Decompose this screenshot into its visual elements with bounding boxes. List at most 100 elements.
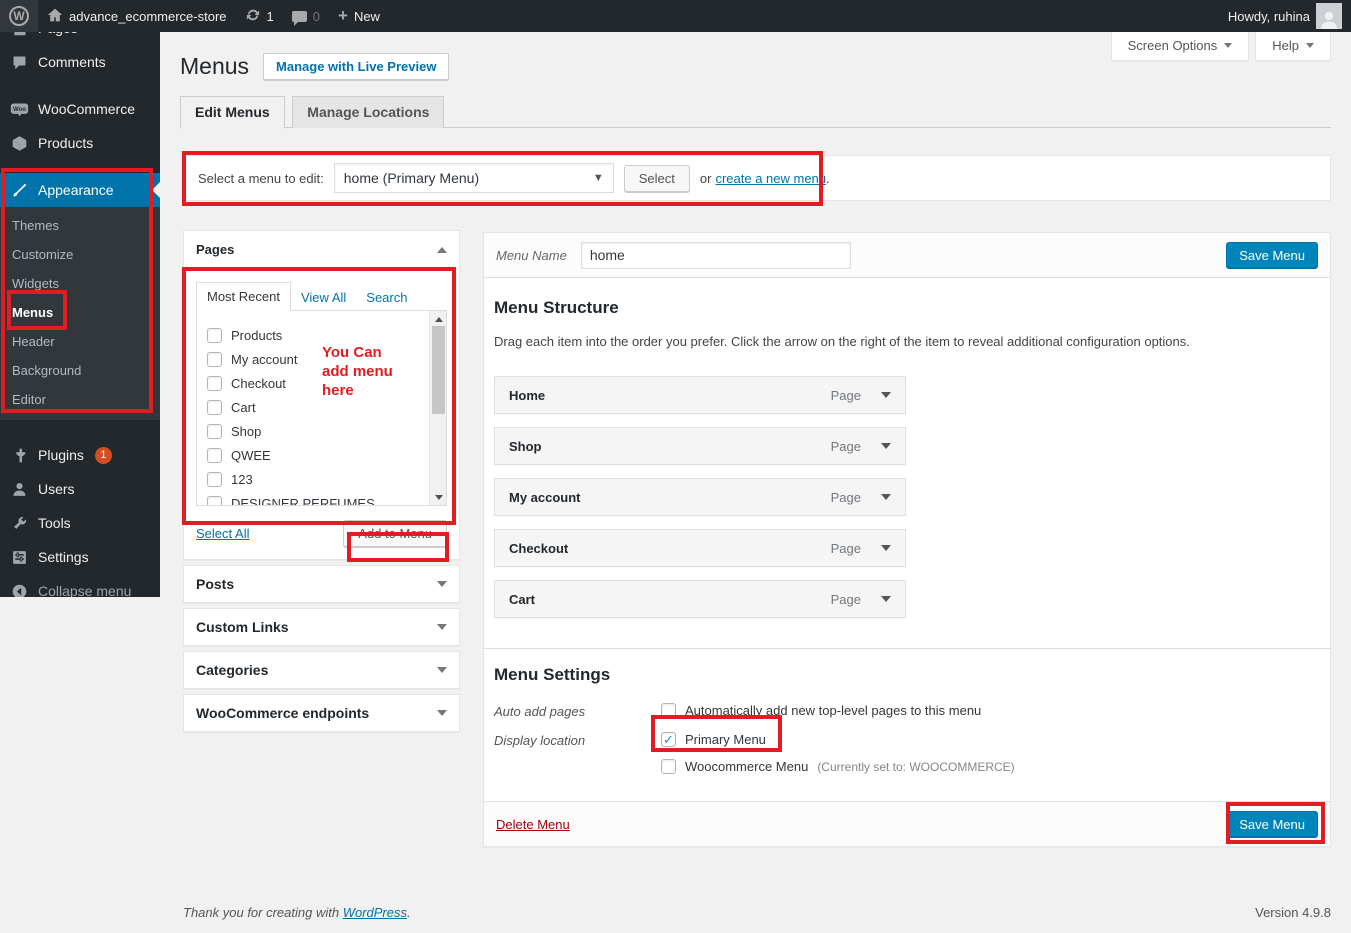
sidebar-item-label: Comments [38,54,106,70]
screen-options-button[interactable]: Screen Options [1110,32,1250,61]
plugins-update-badge: 1 [94,446,112,464]
save-menu-button-bottom[interactable]: Save Menu [1226,810,1318,838]
sidebar-item-settings[interactable]: Settings [0,540,160,574]
collapse-circle-icon [9,583,29,597]
tab-search[interactable]: Search [356,284,417,311]
pages-inner-tabs: Most Recent View All Search [196,282,447,311]
comments-link[interactable]: 0 [283,0,329,32]
page-footer: Thank you for creating with WordPress. V… [183,905,1331,920]
page-item-label: My account [231,351,298,367]
item-expand-icon[interactable] [881,596,891,607]
sidebar-item-label: Appearance [38,182,114,198]
active-menu-arrow [144,182,160,198]
submenu-item-background[interactable]: Background [0,356,160,385]
item-expand-icon[interactable] [881,494,891,505]
svg-text:Woo: Woo [13,106,26,112]
accordion-posts[interactable]: Posts [183,565,460,603]
menu-item-checkout[interactable]: Checkout Page [494,529,906,567]
menu-select-bar: Select a menu to edit: home (Primary Men… [183,155,1331,201]
select-button[interactable]: Select [623,164,690,192]
thanks-text: Thank you for creating with [183,905,343,920]
menu-item-label: Cart [509,591,536,607]
primary-menu-checkbox[interactable] [661,732,676,747]
wordpress-logo-menu[interactable]: W [0,0,38,32]
menu-settings-section: Menu Settings Auto add pages Automatical… [494,665,1320,774]
item-expand-icon[interactable] [881,443,891,454]
submenu-item-menus[interactable]: Menus [0,298,160,327]
add-to-menu-button[interactable]: Add to Menu [343,520,447,547]
submenu-item-customize[interactable]: Customize [0,240,160,269]
sidebar-item-tools[interactable]: Tools [0,506,160,540]
create-new-menu-link[interactable]: create a new menu [715,171,826,186]
page-checkbox-row: QWEE [207,443,446,467]
scroll-up-icon[interactable] [430,311,446,325]
collapse-panel-icon[interactable] [437,242,447,253]
select-menu-label: Select a menu to edit: [198,170,324,186]
page-checkbox[interactable] [207,423,222,439]
item-expand-icon[interactable] [881,545,891,556]
tab-most-recent[interactable]: Most Recent [196,282,291,311]
appearance-brush-icon [9,182,29,199]
menu-item-home[interactable]: Home Page [494,376,906,414]
menu-editor-panel: Menu Name Save Menu Menu Structure Drag … [483,232,1331,847]
submenu-item-header[interactable]: Header [0,327,160,356]
tab-manage-locations[interactable]: Manage Locations [292,96,445,128]
sidebar-separator [0,420,160,438]
wordpress-link[interactable]: WordPress [343,905,407,920]
site-name-link[interactable]: advance_ecommerce-store [38,0,236,32]
my-account-link[interactable]: Howdy, ruhina [1219,0,1351,32]
pages-postbox: Pages Most Recent View All Search Produc… [183,230,460,560]
sidebar-item-plugins[interactable]: Plugins 1 [0,438,160,472]
help-button[interactable]: Help [1255,32,1331,61]
sidebar-item-comments[interactable]: Comments [0,45,160,79]
submenu-item-themes[interactable]: Themes [0,211,160,240]
menu-name-input[interactable] [580,241,851,269]
item-expand-icon[interactable] [881,392,891,403]
page-checkbox[interactable] [207,351,222,367]
scroll-down-icon[interactable] [430,491,446,505]
select-all-link[interactable]: Select All [196,526,249,541]
comments-icon [9,54,29,71]
sidebar-item-collapse-menu[interactable]: Collapse menu [0,574,160,597]
updates-link[interactable]: 1 [236,0,283,32]
tab-edit-menus[interactable]: Edit Menus [180,96,285,129]
menu-item-shop[interactable]: Shop Page [494,427,906,465]
woocommerce-menu-checkbox[interactable] [661,759,676,774]
auto-add-checkbox[interactable] [661,703,676,718]
page-checkbox[interactable] [207,495,222,505]
pages-postbox-header[interactable]: Pages [184,231,459,268]
menu-item-cart[interactable]: Cart Page [494,580,906,618]
plugins-icon [9,447,29,464]
list-scrollbar[interactable] [429,311,446,505]
new-content-link[interactable]: + New [329,0,389,32]
wordpress-logo-icon: W [9,6,29,26]
page-item-label: Cart [231,399,256,415]
accordion-woocommerce-endpoints[interactable]: WooCommerce endpoints [183,694,460,732]
chevron-down-icon [1306,43,1314,52]
page-checkbox-row: Products [207,323,446,347]
page-item-label: Shop [231,423,262,439]
page-checkbox[interactable] [207,447,222,463]
scrollbar-thumb[interactable] [432,326,445,414]
menu-item-my-account[interactable]: My account Page [494,478,906,516]
page-checkbox[interactable] [207,399,222,415]
sidebar-item-woocommerce[interactable]: Woo WooCommerce [0,92,160,126]
sidebar-item-products[interactable]: Products [0,126,160,160]
submenu-item-editor[interactable]: Editor [0,385,160,414]
delete-menu-link[interactable]: Delete Menu [496,817,570,832]
save-menu-button-top[interactable]: Save Menu [1226,241,1318,269]
tab-view-all[interactable]: View All [291,284,356,311]
accordion-custom-links[interactable]: Custom Links [183,608,460,646]
add-menu-items-column: Pages Most Recent View All Search Produc… [183,230,460,732]
sidebar-item-label: Tools [38,515,71,531]
page-checkbox[interactable] [207,327,222,343]
manage-live-preview-button[interactable]: Manage with Live Preview [263,53,450,80]
menu-select-dropdown[interactable]: home (Primary Menu) ▼ [333,163,614,193]
page-checkbox[interactable] [207,375,222,391]
sidebar-item-users[interactable]: Users [0,472,160,506]
accordion-categories[interactable]: Categories [183,651,460,689]
sidebar-item-appearance[interactable]: Appearance [0,173,160,207]
submenu-item-widgets[interactable]: Widgets [0,269,160,298]
page-checkbox[interactable] [207,471,222,487]
sidebar-item-pages[interactable]: Pages [0,32,160,45]
